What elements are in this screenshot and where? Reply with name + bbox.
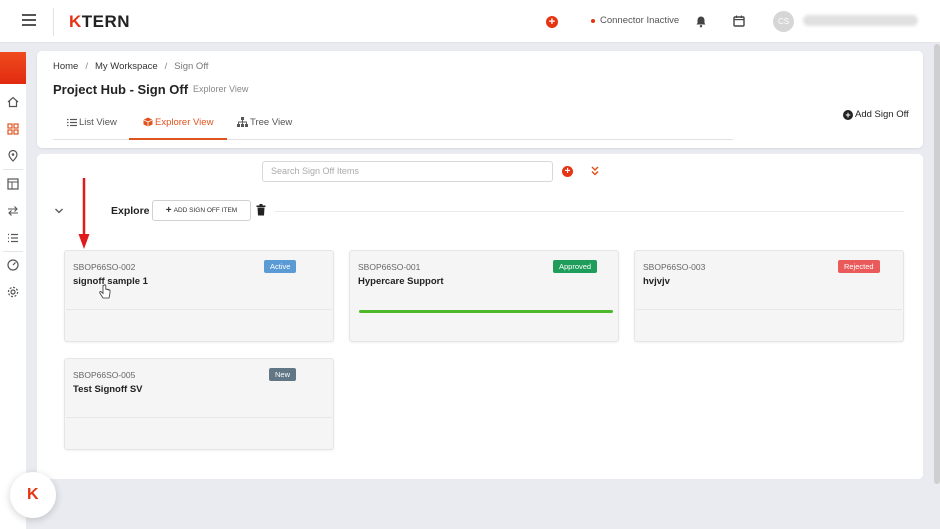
plus-circle-icon: + xyxy=(843,110,853,120)
rail-separator xyxy=(3,169,23,170)
rail-accent xyxy=(0,52,26,84)
add-filter-icon[interactable]: + xyxy=(562,166,573,177)
add-sign-off-item-button[interactable]: + ADD SIGN OFF ITEM xyxy=(152,200,251,221)
status-badge: New xyxy=(269,368,297,381)
add-sign-off-item-label: ADD SIGN OFF ITEM xyxy=(173,207,238,214)
hand-cursor-icon xyxy=(99,284,111,299)
annotation-arrow-icon xyxy=(78,178,90,249)
connector-status-dot xyxy=(591,19,595,23)
breadcrumb-current: Sign Off xyxy=(174,61,209,72)
explore-divider xyxy=(274,211,904,212)
list-view-icon xyxy=(67,118,77,127)
connector-status[interactable]: Connector Inactive xyxy=(600,15,679,26)
signoff-card[interactable]: SBOP66SO-001 Hypercare Support Approved xyxy=(349,250,619,342)
user-name-blurred[interactable] xyxy=(803,15,918,26)
card-code: SBOP66SO-001 xyxy=(358,262,421,272)
board-icon[interactable] xyxy=(7,178,19,190)
status-badge: Rejected xyxy=(838,260,880,273)
card-code: SBOP66SO-005 xyxy=(73,370,136,380)
hamburger-menu-icon[interactable] xyxy=(22,14,36,26)
avatar[interactable]: CS xyxy=(773,11,794,32)
card-title: Hypercare Support xyxy=(358,276,444,287)
rail-separator xyxy=(3,251,23,252)
breadcrumb: Home / My Workspace / Sign Off xyxy=(53,61,209,72)
card-divider xyxy=(66,417,332,418)
tab-explorer-view-label: Explorer View xyxy=(155,117,214,128)
quick-add-icon[interactable]: + xyxy=(546,16,558,28)
plus-icon: + xyxy=(165,205,172,216)
breadcrumb-home[interactable]: Home xyxy=(53,61,78,72)
tab-tree-view[interactable]: Tree View xyxy=(223,113,306,140)
view-tabs: List View Explorer View Tree View xyxy=(53,113,733,140)
transfer-arrows-icon[interactable] xyxy=(7,205,19,217)
page-title: Project Hub - Sign Off xyxy=(53,82,189,97)
header-card: Home / My Workspace / Sign Off Project Hub -… xyxy=(37,51,923,148)
add-sign-off-button[interactable]: + Add Sign Off xyxy=(843,109,909,120)
home-icon[interactable] xyxy=(7,96,19,108)
explore-label: Explore xyxy=(111,205,150,217)
status-badge: Approved xyxy=(553,260,598,273)
logo-k-fab: K xyxy=(27,486,39,503)
breadcrumb-workspace[interactable]: My Workspace xyxy=(95,61,158,72)
progress-bar xyxy=(359,310,613,313)
chevrons-down-icon[interactable] xyxy=(590,165,600,177)
gear-icon[interactable] xyxy=(7,286,19,298)
card-divider xyxy=(636,309,902,310)
signoff-card[interactable]: SBOP66SO-005 Test Signoff SV New xyxy=(64,358,334,450)
signoff-card[interactable]: SBOP66SO-003 hvjvjv Rejected xyxy=(634,250,904,342)
explorer-panel: Search Sign Off Items + Explore + ADD SIG… xyxy=(37,154,923,479)
tab-list-view[interactable]: List View xyxy=(53,113,131,140)
card-code: SBOP66SO-003 xyxy=(643,262,706,272)
add-sign-off-label: Add Sign Off xyxy=(855,109,909,120)
calendar-icon[interactable] xyxy=(733,15,745,27)
top-bar: KTERN + Connector Inactive CS xyxy=(0,0,940,43)
logo-k: K xyxy=(69,12,82,31)
card-title: hvjvjv xyxy=(643,276,670,287)
tab-tree-view-label: Tree View xyxy=(250,117,293,128)
trash-icon[interactable] xyxy=(256,204,266,216)
ktern-assistant-button[interactable]: K xyxy=(10,472,56,518)
bell-icon[interactable] xyxy=(695,15,707,28)
logo-text: TERN xyxy=(81,12,131,31)
gauge-icon[interactable] xyxy=(7,259,19,271)
list-icon[interactable] xyxy=(7,232,19,244)
sitemap-icon xyxy=(237,117,248,127)
tab-list-view-label: List View xyxy=(79,117,117,128)
dashboard-grid-icon[interactable] xyxy=(7,123,19,135)
location-pin-icon[interactable] xyxy=(7,150,19,162)
card-divider xyxy=(66,309,332,310)
tab-explorer-view[interactable]: Explorer View xyxy=(129,113,228,140)
ktern-logo[interactable]: KTERN xyxy=(69,12,130,32)
card-code: SBOP66SO-002 xyxy=(73,262,136,272)
chevron-down-icon[interactable] xyxy=(54,207,64,215)
card-title: Test Signoff SV xyxy=(73,384,143,395)
search-input[interactable]: Search Sign Off Items xyxy=(262,161,553,182)
topbar-divider xyxy=(53,8,54,36)
page-subtitle: Explorer View xyxy=(193,84,249,94)
status-badge: Active xyxy=(264,260,297,273)
cube-icon xyxy=(143,117,153,127)
scrollbar[interactable] xyxy=(934,44,940,484)
